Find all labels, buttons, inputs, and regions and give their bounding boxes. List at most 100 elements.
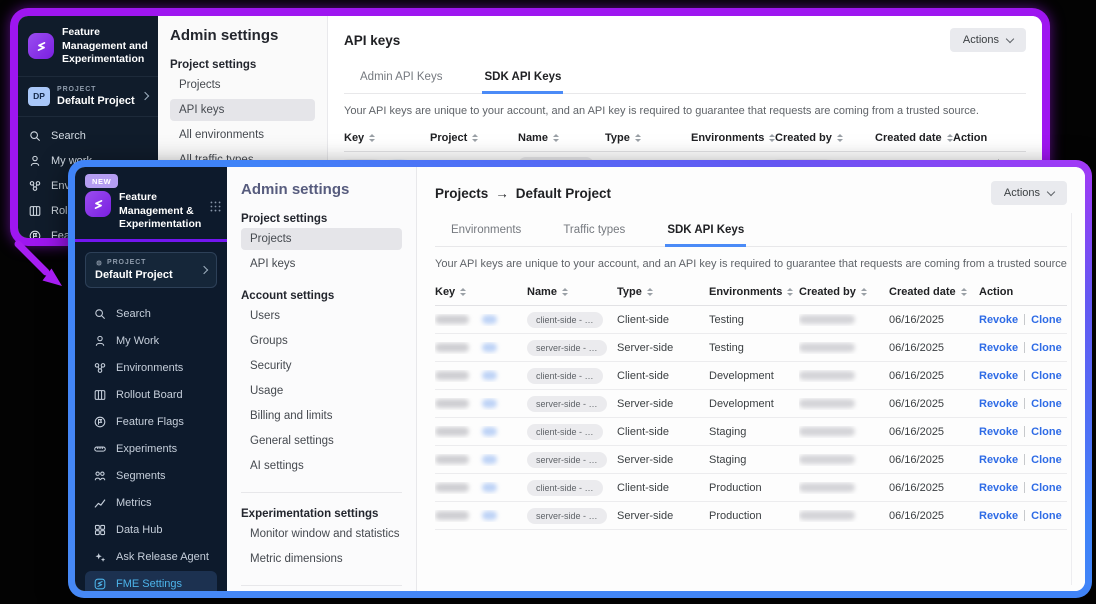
copy-icon[interactable] [482,483,497,492]
settings-item-security[interactable]: Security [241,355,402,377]
action-divider [1024,342,1025,353]
clone-link[interactable]: Clone [1031,510,1062,522]
revoke-link[interactable]: Revoke [979,398,1018,410]
revoke-link[interactable]: Revoke [979,454,1018,466]
column-header-created-by[interactable]: Created by [775,132,875,144]
sidebar-item-label: Data Hub [116,524,162,536]
column-header-type[interactable]: Type [617,286,709,298]
sort-icon[interactable] [553,134,559,142]
settings-item-metric-dimensions[interactable]: Metric dimensions [241,548,402,570]
column-label: Name [518,132,548,144]
column-header-name[interactable]: Name [527,286,617,298]
clone-link[interactable]: Clone [1031,454,1062,466]
sidebar-item-feature-flags[interactable]: Feature Flags [85,409,217,436]
sort-icon[interactable] [837,134,843,142]
settings-item-all-environments[interactable]: All environments [170,124,315,146]
clone-link[interactable]: Clone [1031,426,1062,438]
settings-item-projects[interactable]: Projects [170,74,315,96]
sidebar-item-rollout-board[interactable]: Rollout Board [85,382,217,409]
clone-link[interactable]: Clone [1031,370,1062,382]
tab-sdk-api-keys[interactable]: SDK API Keys [482,62,563,94]
settings-item-users[interactable]: Users [241,305,402,327]
sidebar-item-experiments[interactable]: Experiments [85,436,217,463]
settings-item-usage[interactable]: Usage [241,380,402,402]
redacted-api-key [435,315,469,324]
sort-icon[interactable] [472,134,478,142]
copy-icon[interactable] [482,511,497,520]
settings-item-api-keys[interactable]: API keys [241,253,402,275]
cell-name: client-side - … [527,480,617,496]
column-header-environments[interactable]: Environments [691,132,775,144]
copy-icon[interactable] [482,427,497,436]
sort-icon[interactable] [562,288,568,296]
sort-icon[interactable] [787,288,793,296]
apps-grid-icon[interactable] [209,200,222,213]
segments-icon [93,469,107,483]
column-header-environments[interactable]: Environments [709,286,799,298]
column-header-type[interactable]: Type [605,132,691,144]
copy-icon[interactable] [482,455,497,464]
sidebar-item-search[interactable]: Search [85,301,217,328]
column-header-name[interactable]: Name [518,132,605,144]
revoke-link[interactable]: Revoke [979,510,1018,522]
clone-link[interactable]: Clone [1031,398,1062,410]
copy-icon[interactable] [482,315,497,324]
cell-type: Client-side [617,370,709,382]
settings-item-api-keys[interactable]: API keys [170,99,315,121]
tab-environments[interactable]: Environments [449,215,523,247]
clone-link[interactable]: Clone [1031,342,1062,354]
key-name-pill: client-side - … [527,424,603,440]
clone-link[interactable]: Clone [1031,314,1062,326]
project-selector[interactable]: DP PROJECT Default Project [18,77,158,117]
sidebar-item-data-hub[interactable]: Data Hub [85,517,217,544]
sort-icon[interactable] [861,288,867,296]
sidebar-item-metrics[interactable]: Metrics [85,490,217,517]
actions-button[interactable]: Actions [991,181,1067,205]
tab-admin-api-keys[interactable]: Admin API Keys [358,62,444,94]
sidebar-item-search[interactable]: Search [18,124,158,149]
revoke-link[interactable]: Revoke [979,426,1018,438]
revoke-link[interactable]: Revoke [979,370,1018,382]
sort-icon[interactable] [947,134,953,142]
redacted-created-by [799,427,855,436]
sort-icon[interactable] [635,134,641,142]
cell-created_date: 06/16/2025 [889,426,979,438]
cell-key [435,426,527,438]
settings-item-groups[interactable]: Groups [241,330,402,352]
settings-item-monitor-window-and-statistics[interactable]: Monitor window and statistics [241,523,402,545]
sidebar-item-fme-settings[interactable]: FME Settings [85,571,217,591]
revoke-link[interactable]: Revoke [979,482,1018,494]
actions-button[interactable]: Actions [950,28,1026,52]
tab-sdk-api-keys[interactable]: SDK API Keys [665,215,746,247]
column-header-key[interactable]: Key [435,286,527,298]
cell-name: server-side - … [527,452,617,468]
sidebar-item-my-work[interactable]: My Work [85,328,217,355]
column-header-created-date[interactable]: Created date [889,286,979,298]
feature-flags-icon [93,415,107,429]
column-header-created-date[interactable]: Created date [875,132,953,144]
column-header-created-by[interactable]: Created by [799,286,889,298]
column-header-project[interactable]: Project [430,132,518,144]
project-selector[interactable]: PROJECT Default Project [85,252,217,288]
sort-icon[interactable] [460,288,466,296]
revoke-link[interactable]: Revoke [979,342,1018,354]
copy-icon[interactable] [482,371,497,380]
revoke-link[interactable]: Revoke [979,314,1018,326]
sort-icon[interactable] [961,288,967,296]
settings-item-ai-settings[interactable]: AI settings [241,455,402,477]
tab-traffic-types[interactable]: Traffic types [561,215,627,247]
sidebar-item-segments[interactable]: Segments [85,463,217,490]
sort-icon[interactable] [647,288,653,296]
copy-icon[interactable] [482,399,497,408]
column-header-key[interactable]: Key [344,132,430,144]
sidebar-item-environments[interactable]: Environments [85,355,217,382]
clone-link[interactable]: Clone [1031,482,1062,494]
copy-icon[interactable] [482,343,497,352]
breadcrumb-projects[interactable]: Projects [435,186,488,201]
redacted-api-key [435,343,469,352]
sidebar-item-ask-release-agent[interactable]: Ask Release Agent [85,544,217,571]
sort-icon[interactable] [369,134,375,142]
settings-item-billing-and-limits[interactable]: Billing and limits [241,405,402,427]
settings-item-projects[interactable]: Projects [241,228,402,250]
settings-item-general-settings[interactable]: General settings [241,430,402,452]
